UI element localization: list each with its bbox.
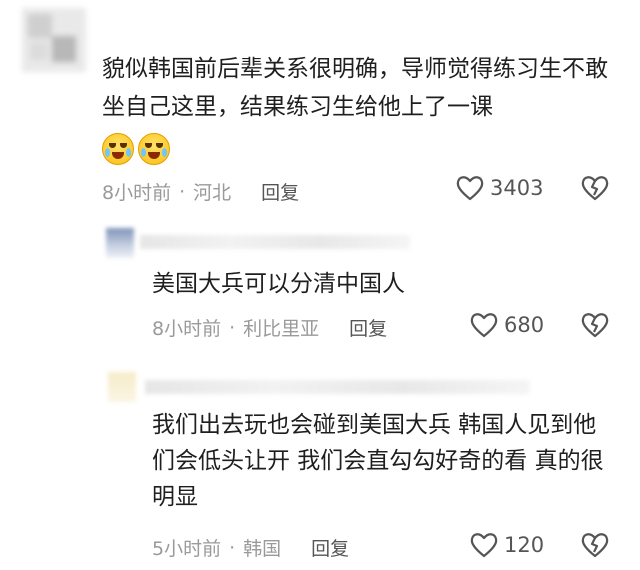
- comment-location: 河北: [193, 182, 232, 204]
- reply-item: 美国大兵可以分清中国人 8小时前 · 利比里亚 回复 680: [0, 222, 640, 352]
- separator-dot: ·: [179, 180, 186, 203]
- avatar[interactable]: [108, 372, 136, 402]
- reply-time: 5小时前: [152, 538, 222, 560]
- username-blurred: [145, 380, 530, 394]
- broken-heart-icon: [581, 176, 609, 201]
- heart-icon: [470, 533, 498, 558]
- like-button[interactable]: 3403: [456, 175, 543, 201]
- username-blurred: [140, 235, 410, 249]
- like-button[interactable]: 120: [470, 532, 544, 558]
- crying-laughing-emoji-icon: [102, 133, 134, 165]
- emoji-row: [102, 133, 170, 165]
- avatar[interactable]: [22, 8, 86, 72]
- heart-icon: [470, 313, 498, 338]
- comment-text: 貌似韩国前后辈关系很明确，导师觉得练习生不敢坐自己这里，结果练习生给他上了一课: [102, 56, 608, 120]
- reply-text: 美国大兵可以分清中国人: [152, 271, 405, 297]
- reply-meta: 5小时前 · 韩国 回复: [152, 534, 349, 561]
- reply-time: 8小时前: [152, 318, 222, 340]
- broken-heart-icon: [581, 533, 609, 558]
- reply-button[interactable]: 回复: [311, 534, 349, 561]
- dislike-button[interactable]: [581, 532, 609, 562]
- crying-laughing-emoji-icon: [138, 133, 170, 165]
- comment-time: 8小时前: [102, 182, 172, 204]
- reply-button[interactable]: 回复: [349, 314, 387, 341]
- reply-button[interactable]: 回复: [261, 178, 299, 205]
- comment-item: 貌似韩国前后辈关系很明确，导师觉得练习生不敢坐自己这里，结果练习生给他上了一课 …: [0, 0, 640, 220]
- separator-dot: ·: [229, 316, 236, 339]
- reply-meta: 8小时前 · 利比里亚 回复: [152, 314, 387, 341]
- reply-item: 我们出去玩也会碰到美国大兵 韩国人见到他们会低头让开 我们会直勾勾好奇的看 真的…: [0, 364, 640, 570]
- dislike-button[interactable]: [581, 175, 609, 205]
- dislike-button[interactable]: [581, 312, 609, 342]
- reply-location: 利比里亚: [243, 318, 320, 340]
- avatar[interactable]: [106, 228, 134, 258]
- like-count: 3403: [490, 176, 544, 200]
- heart-icon: [456, 176, 484, 201]
- like-button[interactable]: 680: [470, 312, 544, 338]
- separator-dot: ·: [229, 536, 236, 559]
- like-count: 120: [504, 533, 545, 557]
- comment-meta: 8小时前 · 河北 回复: [102, 178, 299, 205]
- reply-location: 韩国: [243, 538, 282, 560]
- like-count: 680: [504, 313, 545, 337]
- reply-text: 我们出去玩也会碰到美国大兵 韩国人见到他们会低头让开 我们会直勾勾好奇的看 真的…: [152, 412, 604, 510]
- broken-heart-icon: [581, 313, 609, 338]
